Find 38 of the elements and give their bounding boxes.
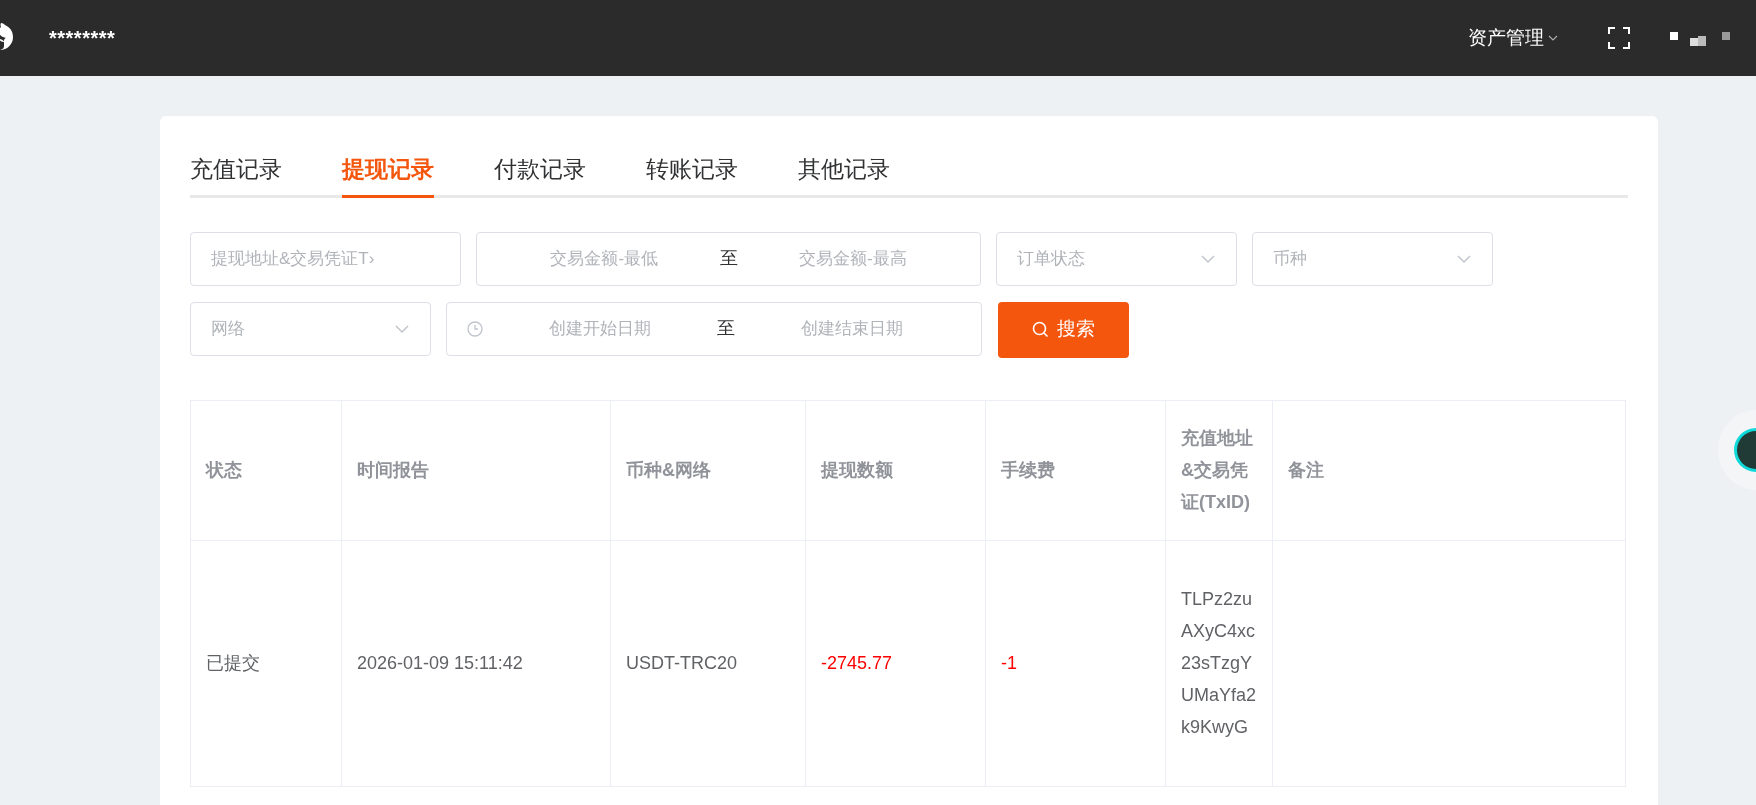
column-header: 提现数额 (821, 459, 893, 482)
chevron-down-icon (1200, 253, 1216, 264)
column-header: 备注 (1288, 459, 1324, 482)
range-start-placeholder: 交易金额-最低 (549, 247, 660, 270)
caret-icon (1548, 35, 1558, 41)
table-cell-text: TLPz2zuAXyC4xc23sTzgYUMaYfa2k9KwyG (1181, 588, 1257, 739)
clock-icon (467, 320, 483, 337)
record-tab[interactable]: 充值记录 (190, 152, 282, 198)
column-header: 状态 (206, 459, 242, 482)
table-cell-text: -2745.77 (821, 652, 893, 675)
table-cell-text: -1 (1001, 652, 1017, 675)
asset-menu[interactable]: 资产管理 (1468, 23, 1558, 53)
search-field[interactable]: 提现地址&交易凭证T› (190, 231, 461, 286)
search-icon (1032, 321, 1049, 338)
table-cell-text: 2026-01-09 15:11:42 (357, 652, 523, 675)
chevron-down-icon (394, 323, 410, 334)
column-header: 时间报告 (357, 459, 429, 482)
record-tab[interactable]: 其他记录 (798, 152, 890, 198)
date-range-field[interactable]: 创建开始日期 至 创建结束日期 (446, 301, 982, 356)
table-cell-text: USDT-TRC20 (626, 652, 737, 675)
column-header: 充值地址&交易凭证(TxID) (1181, 427, 1254, 514)
range-start-placeholder: 创建开始日期 (548, 317, 652, 340)
fullscreen-icon[interactable] (1608, 27, 1630, 49)
range-end-placeholder: 交易金额-最高 (797, 247, 908, 270)
record-tab[interactable]: 转账记录 (646, 152, 738, 198)
select-placeholder: 币种 (1273, 247, 1307, 270)
column-header: 币种&网络 (626, 459, 711, 482)
record-tab[interactable]: 付款记录 (494, 152, 586, 198)
range-end-placeholder: 创建结束日期 (800, 317, 904, 340)
range-separator: 至 (717, 317, 735, 340)
site-name: ******** (49, 26, 116, 51)
select-placeholder: 网络 (211, 317, 245, 340)
table-cell-text: 已提交 (206, 652, 260, 675)
column-header: 手续费 (1001, 459, 1055, 482)
select-placeholder: 订单状态 (1017, 247, 1085, 270)
chevron-down-icon (1456, 253, 1472, 264)
range-separator: 至 (719, 247, 738, 270)
amount-range-field[interactable]: 交易金额-最低 至 交易金额-最高 (476, 231, 981, 286)
